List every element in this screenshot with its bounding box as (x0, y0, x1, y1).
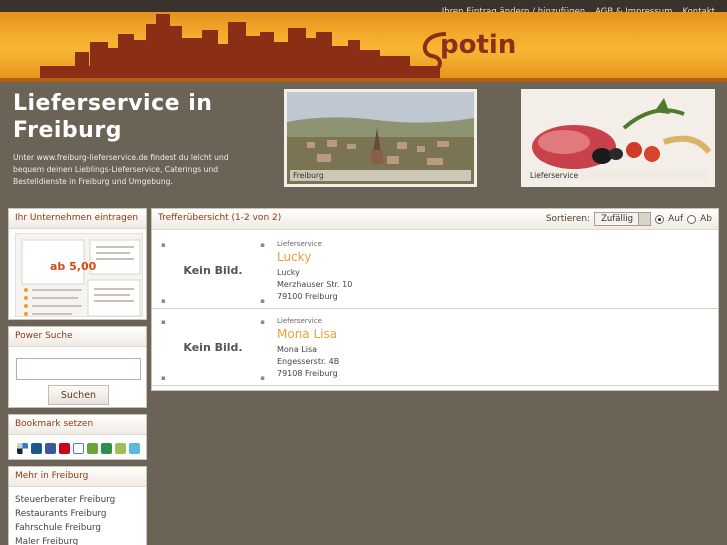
site-logo[interactable]: potin (440, 30, 516, 60)
sort-select[interactable]: Zufällig (594, 212, 652, 226)
results-title: Trefferübersicht (1-2 von 2) (158, 213, 282, 223)
more-link-restaurants[interactable]: Restaurants Freiburg (15, 507, 146, 521)
sort-controls: Sortieren: Zufällig Auf Ab (546, 212, 712, 226)
corner-mark-icon: ▪ (260, 374, 265, 382)
page-title: Lieferservice in Freiburg (13, 91, 213, 143)
register-ad-banner[interactable]: ab 5,00 (15, 233, 143, 317)
sort-desc-radio[interactable] (687, 214, 697, 224)
corner-mark-icon: ▪ (260, 241, 265, 249)
search-input[interactable] (16, 358, 141, 380)
photo-caption: Freiburg (290, 170, 471, 181)
entry-address-name: Lucky (277, 268, 300, 277)
yahoo-icon[interactable] (59, 443, 70, 454)
entry-address: Mona Lisa Engesserstr. 4B 79108 Freiburg (277, 344, 339, 380)
more-link-steuerberater[interactable]: Steuerberater Freiburg (15, 493, 146, 507)
ad-price: ab 5,00 (50, 260, 97, 273)
delicious-icon[interactable] (17, 443, 28, 454)
top-nav: Ihren Eintrag ändern / hinzufügen AGB & … (0, 0, 727, 17)
entry-category: Lieferservice (277, 317, 322, 325)
more-link-fahrschule[interactable]: Fahrschule Freiburg (15, 521, 146, 535)
photo-lieferservice: Lieferservice (521, 89, 715, 187)
more-links-list: Steuerberater Freiburg Restaurants Freib… (9, 487, 146, 545)
more-box-title: Mehr in Freiburg (9, 467, 146, 487)
more-link-maler[interactable]: Maler Freiburg (15, 535, 146, 545)
entry-image-placeholder[interactable]: ▪ ▪ ▪ ▪ Kein Bild. (160, 316, 266, 382)
sort-asc-label: Auf (668, 214, 684, 224)
sort-desc-label: Ab (700, 214, 712, 224)
city-panorama-image: Freiburg (287, 92, 474, 184)
entry-address-street: Merzhauser Str. 10 (277, 280, 353, 289)
bookmark-box-title: Bookmark setzen (9, 415, 146, 435)
header-banner: potin (0, 12, 727, 82)
results-header: Trefferübersicht (1-2 von 2) Sortieren: … (152, 209, 718, 230)
facebook-icon[interactable] (45, 443, 56, 454)
entry-image-placeholder[interactable]: ▪ ▪ ▪ ▪ Kein Bild. (160, 239, 266, 305)
power-search-box: Power Suche Suchen (8, 326, 147, 408)
entry-name-link[interactable]: Mona Lisa (277, 327, 337, 341)
entry-address-name: Mona Lisa (277, 345, 318, 354)
bookmark-icon-list (17, 443, 140, 454)
linkarena-icon[interactable] (115, 443, 126, 454)
result-entry: ▪ ▪ ▪ ▪ Kein Bild. Lieferservice Lucky L… (152, 233, 718, 309)
food-image: Lieferservice (524, 92, 712, 184)
corner-mark-icon: ▪ (260, 297, 265, 305)
sort-label: Sortieren: (545, 214, 591, 224)
corner-mark-icon: ▪ (161, 318, 166, 326)
no-image-text: Kein Bild. (183, 341, 243, 354)
no-image-text: Kein Bild. (183, 264, 243, 277)
search-box-title: Power Suche (9, 327, 146, 347)
city-skyline-graphic (40, 14, 440, 82)
intro-text: Unter www.freiburg-lieferservice.de find… (13, 153, 229, 186)
mister-wong-icon[interactable] (87, 443, 98, 454)
entry-address-street: Engesserstr. 4B (277, 357, 340, 366)
entry-address-city: 79108 Freiburg (277, 369, 338, 378)
photo-caption: Lieferservice (527, 170, 709, 181)
google-icon[interactable] (73, 443, 84, 454)
entry-address: Lucky Merzhauser Str. 10 79100 Freiburg (277, 267, 352, 303)
corner-mark-icon: ▪ (161, 374, 166, 382)
corner-mark-icon: ▪ (260, 318, 265, 326)
entry-name-link[interactable]: Lucky (277, 250, 311, 264)
result-entry: ▪ ▪ ▪ ▪ Kein Bild. Lieferservice Mona Li… (152, 310, 718, 386)
digg-icon[interactable] (31, 443, 42, 454)
bookmark-box: Bookmark setzen (8, 414, 147, 460)
more-in-freiburg-box: Mehr in Freiburg Steuerberater Freiburg … (8, 466, 147, 545)
entry-category: Lieferservice (277, 240, 322, 248)
results-panel: Trefferübersicht (1-2 von 2) Sortieren: … (151, 208, 719, 391)
corner-mark-icon: ▪ (161, 297, 166, 305)
sort-asc-radio[interactable] (655, 214, 665, 224)
webnews-icon[interactable] (101, 443, 112, 454)
entry-address-city: 79100 Freiburg (277, 292, 338, 301)
register-company-box: Ihr Unternehmen eintragen ab 5,00 (8, 208, 147, 320)
photo-freiburg: Freiburg (284, 89, 477, 187)
search-button[interactable]: Suchen (48, 385, 109, 405)
corner-mark-icon: ▪ (161, 241, 166, 249)
twitter-icon[interactable] (129, 443, 140, 454)
register-box-title[interactable]: Ihr Unternehmen eintragen (9, 209, 146, 229)
